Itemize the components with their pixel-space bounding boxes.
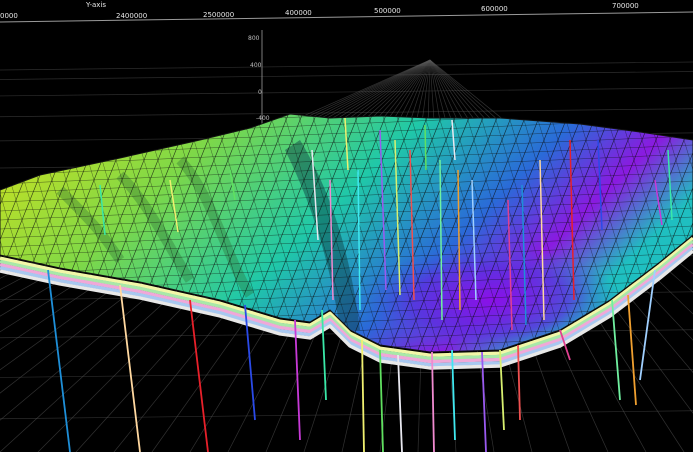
z-tick-label: -400 [256, 115, 270, 122]
well-trajectory[interactable] [47, 269, 71, 452]
axis-tick-label: 0000 [0, 12, 18, 20]
axis-title: Y-axis [86, 1, 106, 9]
well-trajectory[interactable] [539, 159, 545, 321]
well-trajectory[interactable] [627, 294, 637, 406]
well-trajectory[interactable] [431, 351, 435, 452]
well-trajectory[interactable] [311, 149, 319, 241]
axis-tick-label: 500000 [374, 7, 401, 15]
well-trajectory[interactable] [521, 184, 527, 326]
well-trajectory[interactable] [451, 349, 456, 441]
axis-tick-label: 2400000 [116, 12, 148, 20]
well-trajectory[interactable] [597, 139, 603, 231]
well-trajectory[interactable] [654, 179, 663, 226]
well-trajectory[interactable] [357, 169, 361, 311]
well-trajectory[interactable] [451, 119, 456, 161]
well-trajectory[interactable] [424, 124, 427, 171]
axis-tick-label: 2500000 [203, 11, 235, 19]
z-tick-label: 800 [248, 35, 260, 42]
well-trajectory[interactable] [471, 179, 477, 301]
z-tick-label: 400 [250, 62, 262, 69]
z-tick-label: 0 [258, 89, 262, 96]
well-trajectory[interactable] [507, 199, 513, 331]
well-trajectory[interactable] [244, 304, 256, 421]
well-trajectory[interactable] [639, 269, 656, 381]
well-trajectory[interactable] [361, 339, 365, 452]
well-trajectory[interactable] [569, 139, 575, 301]
well-trajectory[interactable] [517, 344, 521, 421]
axis-tick-label: 400000 [285, 9, 312, 17]
well-trajectory[interactable] [321, 309, 327, 401]
well-trajectory[interactable] [457, 169, 461, 311]
well-trajectory[interactable] [559, 329, 571, 361]
axis-tick-label: 700000 [612, 2, 639, 10]
well-trajectory[interactable] [379, 129, 387, 291]
well-trajectory[interactable] [397, 354, 403, 452]
well-trajectories[interactable] [0, 0, 693, 452]
well-trajectory[interactable] [119, 284, 141, 452]
well-trajectory[interactable] [611, 299, 621, 401]
3d-viewport[interactable]: Y-axis 0000 2400000 2500000 400000 50000… [0, 0, 693, 452]
well-trajectory[interactable] [394, 139, 401, 296]
well-trajectory[interactable] [481, 351, 487, 452]
well-trajectory[interactable] [229, 169, 236, 201]
well-trajectory[interactable] [329, 179, 334, 301]
well-trajectory[interactable] [344, 117, 349, 171]
well-trajectory[interactable] [667, 149, 673, 221]
well-trajectory[interactable] [499, 349, 505, 431]
well-trajectory[interactable] [294, 319, 301, 441]
well-trajectory[interactable] [99, 184, 106, 236]
well-trajectory[interactable] [169, 179, 179, 233]
well-trajectory[interactable] [379, 349, 384, 452]
well-trajectory[interactable] [439, 159, 443, 321]
well-trajectory[interactable] [189, 299, 209, 452]
well-trajectory[interactable] [409, 149, 415, 301]
axis-tick-label: 600000 [481, 5, 508, 13]
